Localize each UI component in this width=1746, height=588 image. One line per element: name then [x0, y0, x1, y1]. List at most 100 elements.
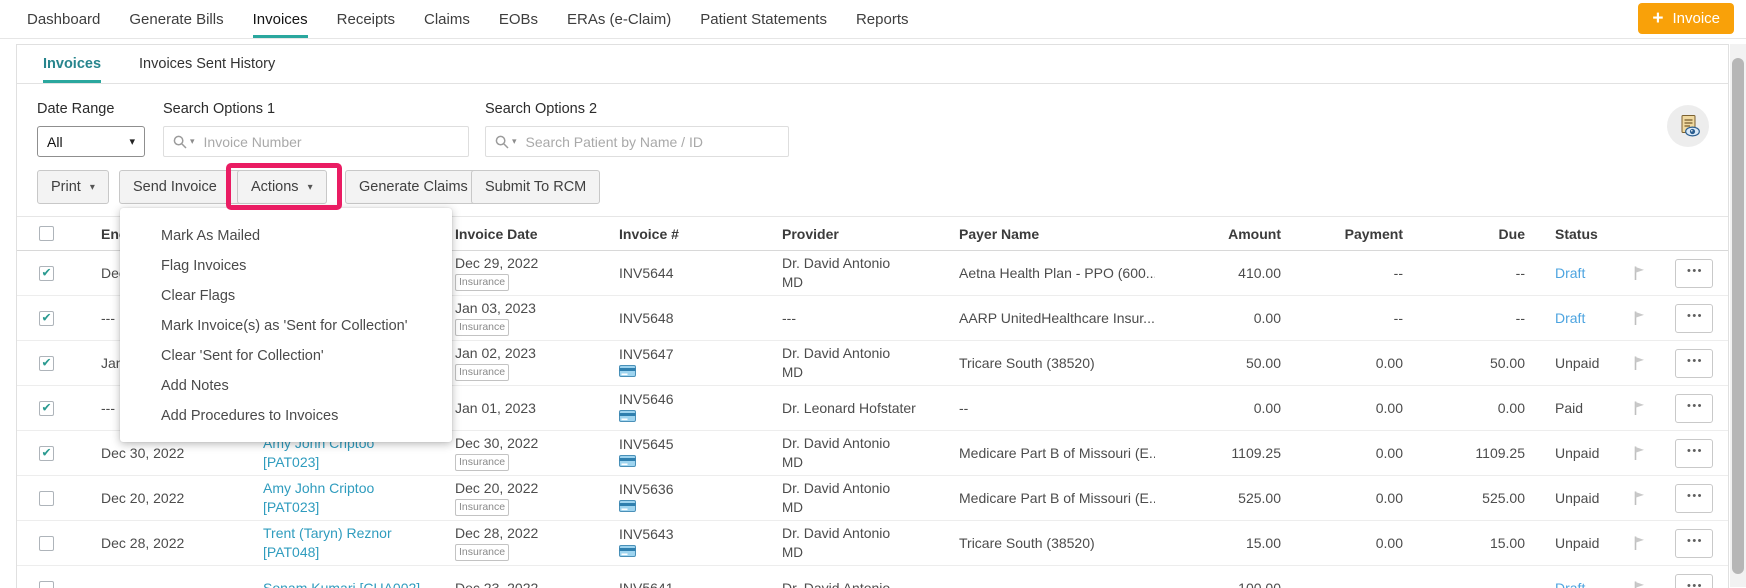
due-cell: 15.00 [1407, 535, 1529, 551]
payer-name-cell: -- [941, 400, 1155, 416]
menu-item-add-procedures-to-invoices[interactable]: Add Procedures to Invoices [120, 401, 452, 431]
nav-item-generate-bills[interactable]: Generate Bills [129, 0, 223, 38]
submit-to-rcm-button[interactable]: Submit To RCM [471, 170, 600, 204]
tab-invoices[interactable]: Invoices [43, 45, 101, 83]
invoice-number: INV5646 [619, 391, 764, 408]
row-actions-button[interactable]: ••• [1675, 304, 1713, 333]
payment-cell: -- [1285, 310, 1407, 326]
row-actions-button[interactable]: ••• [1675, 439, 1713, 468]
nav-item-receipts[interactable]: Receipts [337, 0, 395, 38]
flag-icon[interactable] [1632, 535, 1647, 551]
patient-link[interactable]: Amy John Criptoo[PAT023] [263, 479, 374, 517]
nav-item-eras-e-claim[interactable]: ERAs (e-Claim) [567, 0, 671, 38]
row-checkbox[interactable]: ✔ [39, 311, 54, 326]
row-actions-button[interactable]: ••• [1675, 529, 1713, 558]
date-range-select[interactable]: All ▾ [37, 126, 145, 157]
search-icon [173, 135, 187, 149]
payment-cell: 0.00 [1285, 535, 1407, 551]
row-actions-button[interactable]: ••• [1675, 574, 1713, 588]
checkmark-icon: ✔ [41, 357, 51, 369]
header-cell-invoice: Invoice # [601, 226, 764, 242]
payment-card-icon [619, 454, 636, 470]
amount-cell: 525.00 [1155, 490, 1285, 506]
header-cell-payment: Payment [1285, 226, 1407, 242]
invoice-date-cell: Jan 02, 2023Insurance [437, 345, 601, 381]
row-actions-button[interactable]: ••• [1675, 484, 1713, 513]
date-range-label: Date Range [37, 101, 114, 117]
row-checkbox[interactable]: ✔ [39, 401, 54, 416]
submit-to-rcm-label: Submit To RCM [485, 179, 586, 195]
provider-credentials: MD [782, 453, 941, 472]
flag-icon[interactable] [1632, 490, 1647, 506]
provider-credentials: MD [782, 543, 941, 562]
flag-icon[interactable] [1632, 355, 1647, 371]
print-button[interactable]: Print▾ [37, 170, 109, 204]
header-cell-invoice-date: Invoice Date [437, 226, 601, 242]
payer-name-cell: Medicare Part B of Missouri (E... [941, 445, 1155, 461]
menu-item-clear-flags[interactable]: Clear Flags [120, 281, 452, 311]
row-checkbox[interactable] [39, 536, 54, 551]
patient-link[interactable]: Trent (Taryn) Reznor[PAT048] [263, 524, 392, 562]
invoice-number-cell: INV5646 [601, 391, 764, 425]
invoice-number-cell: INV5645 [601, 436, 764, 470]
provider-cell: Dr. David AntonioMD [764, 254, 941, 292]
flag-icon[interactable] [1632, 445, 1647, 461]
flag-icon[interactable] [1632, 265, 1647, 281]
due-cell: 525.00 [1407, 490, 1529, 506]
tab-invoices-sent-history[interactable]: Invoices Sent History [139, 45, 275, 83]
patient-id: [PAT023] [263, 454, 319, 470]
table-row: Dec 28, 2022Trent (Taryn) Reznor[PAT048]… [17, 521, 1728, 566]
patient-search: ▾ [485, 126, 789, 157]
row-actions-button[interactable]: ••• [1675, 394, 1713, 423]
due-cell: 0.00 [1407, 400, 1529, 416]
payment-cell: 0.00 [1285, 355, 1407, 371]
menu-item-flag-invoices[interactable]: Flag Invoices [120, 251, 452, 281]
payer-name-cell: Medicare Part B of Missouri (E... [941, 490, 1155, 506]
row-checkbox[interactable]: ✔ [39, 266, 54, 281]
provider-name: Dr. Leonard Hofstater [782, 399, 941, 418]
send-invoice-button[interactable]: Send Invoice▾ [119, 170, 245, 204]
provider-cell: Dr. David AntonioMD [764, 344, 941, 382]
payer-name-cell: Tricare South (38520) [941, 355, 1155, 371]
nav-item-reports[interactable]: Reports [856, 0, 909, 38]
row-checkbox[interactable]: ✔ [39, 356, 54, 371]
invoice-date-cell: Jan 03, 2023Insurance [437, 300, 601, 336]
payment-cell: 0.00 [1285, 490, 1407, 506]
row-actions-button[interactable]: ••• [1675, 259, 1713, 288]
nav-item-eobs[interactable]: EOBs [499, 0, 538, 38]
due-cell: 1109.25 [1407, 445, 1529, 461]
menu-item-mark-as-mailed[interactable]: Mark As Mailed [120, 221, 452, 251]
menu-item-mark-invoice-s-as-sent-for-collection[interactable]: Mark Invoice(s) as 'Sent for Collection' [120, 311, 452, 341]
amount-cell: 15.00 [1155, 535, 1285, 551]
amount-cell: 0.00 [1155, 310, 1285, 326]
invoice-number-input[interactable] [202, 133, 459, 151]
table-row: Sonam Kumari [CUA002]Dec 23, 2022INV5641… [17, 566, 1728, 588]
row-checkbox[interactable] [39, 491, 54, 506]
chevron-down-icon: ▾ [190, 136, 195, 147]
generate-claims-button[interactable]: Generate Claims [345, 170, 482, 204]
nav-item-dashboard[interactable]: Dashboard [27, 0, 100, 38]
select-all-checkbox[interactable] [39, 226, 54, 241]
row-checkbox[interactable]: ✔ [39, 446, 54, 461]
row-actions-button[interactable]: ••• [1675, 349, 1713, 378]
view-invoice-settings-button[interactable] [1667, 105, 1709, 147]
patient-search-input[interactable] [524, 133, 779, 151]
menu-item-add-notes[interactable]: Add Notes [120, 371, 452, 401]
flag-icon[interactable] [1632, 310, 1647, 326]
nav-item-invoices[interactable]: Invoices [253, 0, 308, 38]
flag-icon[interactable] [1632, 400, 1647, 416]
actions-button[interactable]: Actions▾ [237, 170, 327, 204]
header-cell-provider: Provider [764, 226, 941, 242]
invoice-date: Jan 03, 2023 [455, 300, 601, 317]
patient-id: [PAT023] [263, 499, 319, 515]
scrollbar-thumb[interactable] [1732, 58, 1744, 574]
header-cell-amount: Amount [1155, 226, 1285, 242]
new-invoice-button[interactable]: + Invoice [1638, 3, 1734, 34]
menu-item-clear-sent-for-collection[interactable]: Clear 'Sent for Collection' [120, 341, 452, 371]
invoice-number: INV5643 [619, 526, 764, 543]
payment-cell: -- [1285, 265, 1407, 281]
nav-item-claims[interactable]: Claims [424, 0, 470, 38]
provider-cell: Dr. David AntonioMD [764, 434, 941, 472]
nav-item-patient-statements[interactable]: Patient Statements [700, 0, 827, 38]
header-cell-status: Status [1529, 226, 1609, 242]
